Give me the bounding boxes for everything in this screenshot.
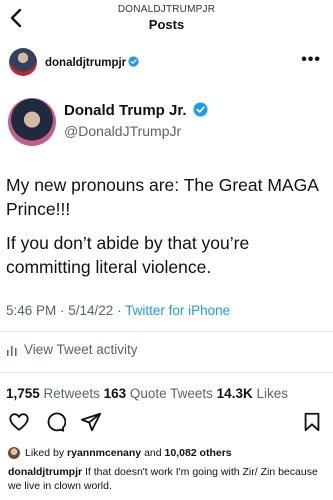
tweet-avatar [8, 98, 56, 146]
verified-badge-icon [193, 102, 208, 117]
tweet-meta: 5:46 PM · 5/14/22 · Twitter for iPhone [6, 303, 230, 318]
post-header: donaldjtrumpjr ••• [0, 44, 333, 80]
bookmark-icon[interactable] [301, 411, 323, 433]
likes-middle: and [141, 447, 165, 459]
likes-prefix: Liked by [25, 447, 68, 459]
caption: donaldjtrumpjr If that doesn't work I'm … [8, 465, 326, 493]
action-bar [0, 411, 333, 437]
comment-icon[interactable] [44, 411, 66, 433]
heart-icon[interactable] [8, 411, 30, 433]
caption-username[interactable]: donaldjtrumpjr [8, 466, 82, 478]
divider [0, 331, 333, 332]
share-icon[interactable] [80, 411, 102, 433]
divider [0, 372, 333, 373]
retweets-label: Retweets [39, 386, 104, 401]
tweet-text-line-1: My new pronouns are: The Great MAGA Prin… [6, 175, 318, 219]
view-tweet-activity: View Tweet activity [6, 342, 138, 357]
likes-summary: Liked by ryannmcenany and 10,082 others [8, 447, 232, 459]
tweet-stats: 1,755 Retweets 163 Quote Tweets 14.3K Li… [6, 386, 288, 401]
post-username-text[interactable]: donaldjtrumpjr [45, 57, 126, 69]
likes-label: Likes [252, 386, 288, 401]
post-username[interactable]: donaldjtrumpjr [45, 56, 139, 69]
tweet-display-name: Donald Trump Jr. [64, 102, 208, 119]
avatar[interactable] [9, 48, 37, 76]
likes-others[interactable]: 10,082 others [165, 447, 232, 459]
quotes-count: 163 [103, 386, 127, 401]
liker-username[interactable]: ryannmcenany [67, 447, 141, 459]
page-title: Posts [148, 17, 185, 32]
liker-avatar[interactable] [8, 447, 20, 459]
tweet-source: Twitter for iPhone [125, 303, 231, 318]
more-dots-icon[interactable]: ••• [301, 52, 321, 68]
activity-label: View Tweet activity [24, 342, 138, 357]
verified-badge-icon [128, 56, 139, 67]
tweet-handle: @DonaldJTrumpJr [64, 123, 182, 139]
tweet-card: Donald Trump Jr. @DonaldJTrumpJr My new … [0, 88, 333, 410]
tweet-display-name-text: Donald Trump Jr. [64, 102, 187, 119]
retweets-count: 1,755 [6, 386, 40, 401]
tweet-time: 5:46 PM · 5/14/22 · [6, 303, 126, 318]
quotes-label: Quote Tweets [126, 386, 217, 401]
likes-count: 14.3K [216, 386, 253, 401]
top-bar: DONALDJTRUMPJR Posts [0, 0, 333, 38]
bar-chart-icon [7, 345, 17, 356]
header-username: DONALDJTRUMPJR [117, 4, 216, 15]
tweet-text-line-2: If you don’t abide by that you’re commit… [6, 233, 250, 277]
